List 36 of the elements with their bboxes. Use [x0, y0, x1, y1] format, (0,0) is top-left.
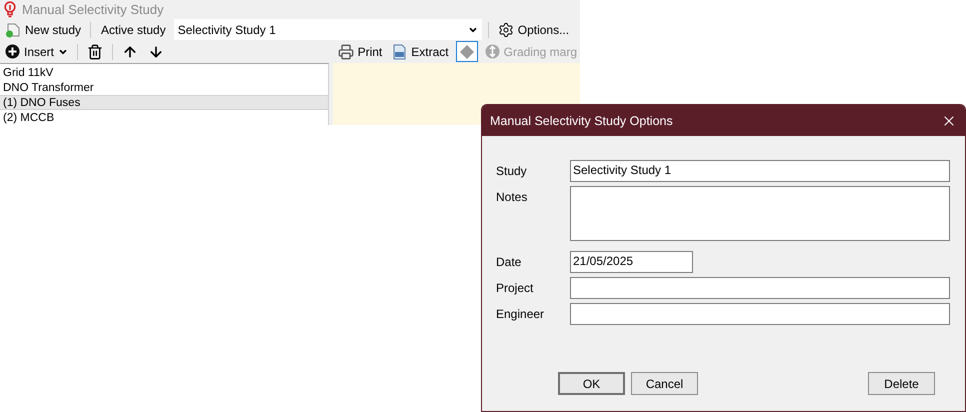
field-label: Notes [496, 189, 528, 206]
up-down-circle-icon [484, 44, 500, 59]
diamond-icon [458, 44, 475, 60]
notes-field[interactable] [570, 186, 950, 241]
list-item[interactable]: (1) DNO Fuses [0, 95, 328, 110]
field-label: Engineer [496, 306, 546, 323]
add-circle-icon [5, 44, 20, 59]
options-button[interactable]: Options... [494, 20, 572, 40]
input-field[interactable] [570, 303, 950, 325]
dialog-button[interactable]: Cancel [631, 372, 698, 395]
input-field[interactable]: 21/05/2025 [570, 251, 693, 273]
field-label: Project [496, 280, 534, 297]
input-field[interactable]: Selectivity Study 1 [570, 160, 950, 182]
print-button[interactable]: Print [334, 42, 386, 62]
field-label: Study [496, 163, 528, 180]
input-field[interactable] [570, 277, 950, 299]
printer-icon [338, 44, 354, 60]
list-item[interactable]: DNO Transformer [0, 80, 328, 95]
field-label: Date [496, 254, 522, 271]
dialog-title: Manual Selectivity Study Options [490, 114, 673, 128]
insert-button[interactable]: Insert [2, 42, 72, 62]
lightbulb-icon [4, 1, 16, 18]
active-study-dropdown[interactable]: Selectivity Study 1 [174, 19, 482, 40]
active-study-label: Active study [100, 22, 167, 36]
new-study-button[interactable]: New study [2, 20, 84, 40]
dialog-button[interactable]: Delete [868, 372, 935, 395]
settings-icon [498, 22, 514, 38]
trash-icon [87, 44, 104, 60]
window-title: Manual Selectivity Study [22, 2, 164, 17]
diamond-toggle-button[interactable] [456, 41, 478, 62]
list-item[interactable]: Grid 11kV [0, 65, 328, 80]
dialog-button[interactable]: OK [558, 372, 625, 395]
document-plus-icon [5, 22, 21, 38]
list-item[interactable]: (2) MCCB [0, 110, 328, 125]
extract-button[interactable]: Extract [389, 42, 452, 62]
spreadsheet-file-icon [392, 44, 408, 60]
